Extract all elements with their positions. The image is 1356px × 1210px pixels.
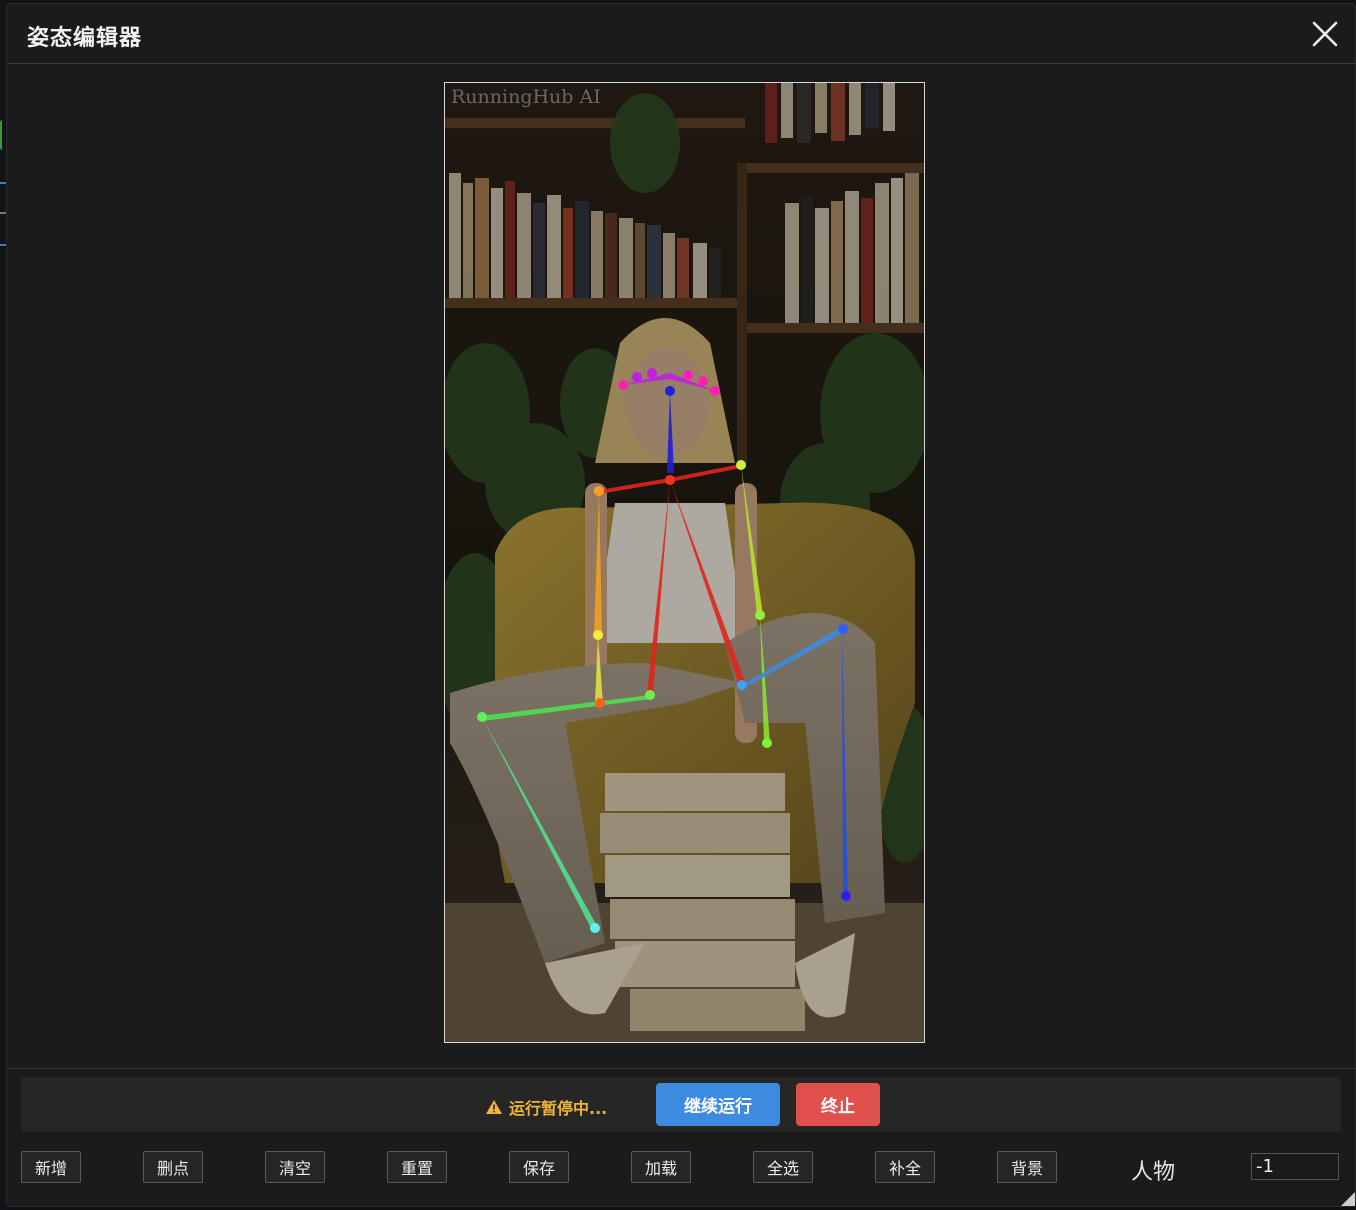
dialog-title: 姿态编辑器 [27, 26, 143, 51]
scene-illustration [445, 83, 924, 1042]
pose-toolbar: 新增 删点 清空 重置 保存 加载 全选 补全 背景 人物 [21, 1151, 1341, 1187]
close-icon[interactable] [1309, 18, 1341, 50]
run-paused-status: 运行暂停中... [485, 1095, 607, 1119]
resize-handle[interactable] [1341, 1192, 1355, 1206]
pose-reference-image[interactable]: RunningHub AI [444, 82, 925, 1043]
complete-button[interactable]: 补全 [875, 1151, 935, 1183]
reset-button[interactable]: 重置 [387, 1151, 447, 1183]
continue-run-button[interactable]: 继续运行 [656, 1083, 780, 1126]
person-label: 人物 [1131, 1160, 1176, 1185]
load-button[interactable]: 加载 [631, 1151, 691, 1183]
watermark-text: RunningHub AI [451, 86, 601, 108]
dialog-titlebar: 姿态编辑器 [7, 4, 1355, 64]
stop-button[interactable]: 终止 [796, 1083, 880, 1126]
pose-editor-dialog: 姿态编辑器 RunningHub AI 运行暂停中... 继续运行 终止 新增 … [6, 3, 1356, 1207]
background-button[interactable]: 背景 [997, 1151, 1057, 1183]
delete-point-button[interactable]: 删点 [143, 1151, 203, 1183]
pose-canvas-area[interactable]: RunningHub AI [7, 64, 1355, 1068]
person-index-input[interactable] [1251, 1153, 1339, 1180]
run-status-bar: 运行暂停中... 继续运行 终止 [21, 1077, 1341, 1132]
select-all-button[interactable]: 全选 [753, 1151, 813, 1183]
status-text: 运行暂停中... [509, 1099, 608, 1118]
warning-icon [486, 1100, 502, 1114]
bottom-divider [7, 1068, 1355, 1069]
clear-button[interactable]: 清空 [265, 1151, 325, 1183]
save-button[interactable]: 保存 [509, 1151, 569, 1183]
add-pose-button[interactable]: 新增 [21, 1151, 81, 1183]
